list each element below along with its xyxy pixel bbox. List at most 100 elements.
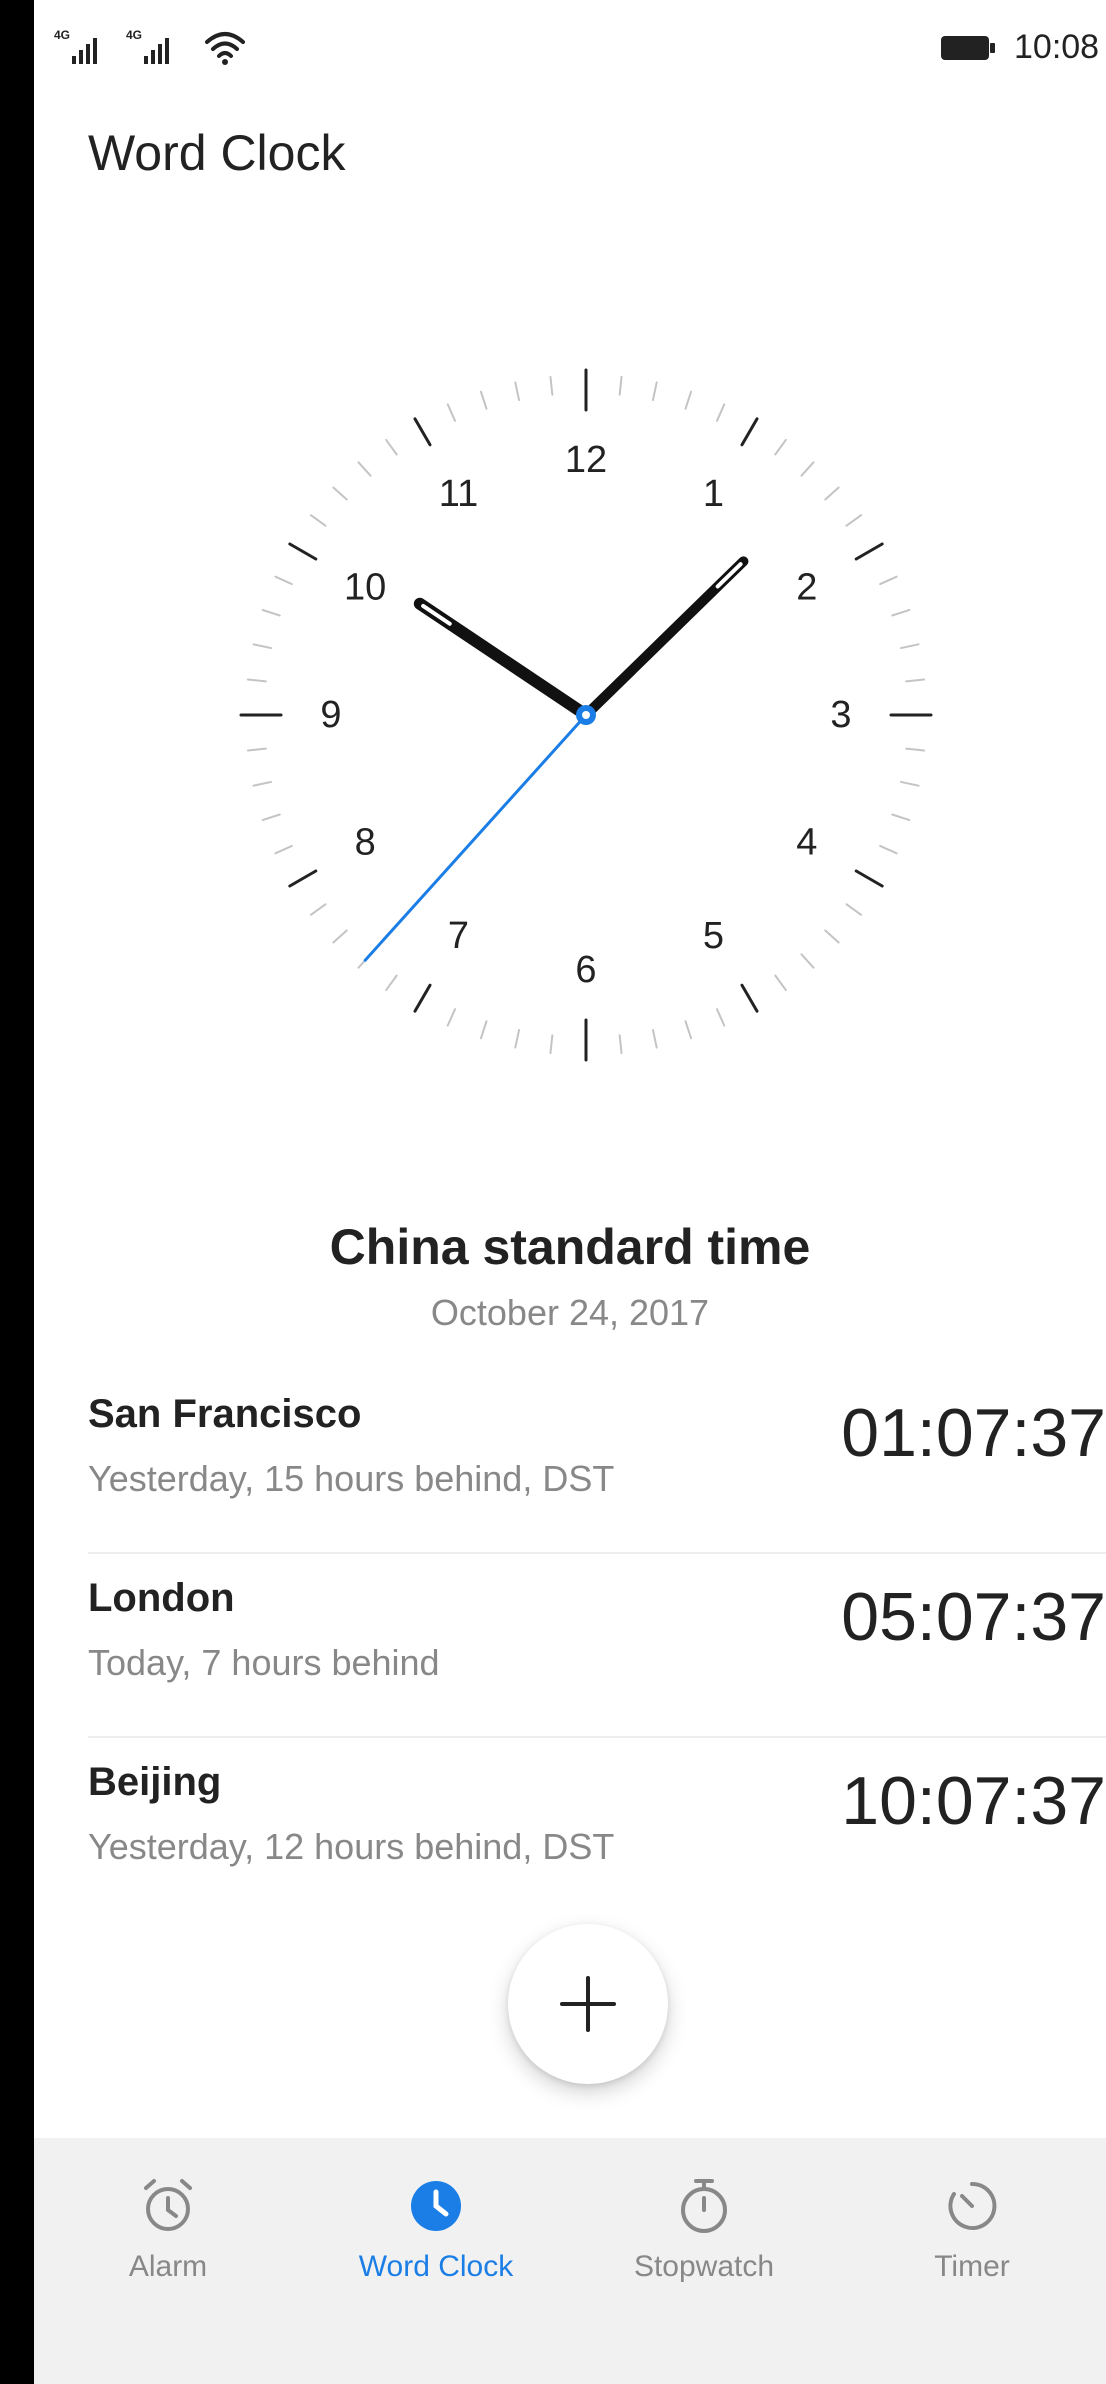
city-row-san-francisco[interactable]: San Francisco Yesterday, 15 hours behind… [88, 1370, 1106, 1554]
clock-tick [715, 1008, 726, 1027]
minute-hand [581, 556, 749, 720]
clock-tick [899, 780, 920, 787]
clock-tick [413, 983, 432, 1013]
bottom-tab-bar: Alarm Word Clock Stopwatch Timer [34, 2138, 1106, 2384]
clock-tick [332, 929, 348, 944]
clock-tick [413, 417, 432, 447]
tab-label: Timer [934, 2250, 1010, 2283]
tab-label: Word Clock [358, 2250, 514, 2283]
clock-tick [651, 1028, 658, 1049]
clock-tick [651, 381, 658, 402]
clock-tick [357, 461, 372, 477]
clock-tick [618, 375, 623, 396]
clock-tick [800, 953, 815, 969]
clock-tick [845, 903, 863, 916]
tab-word-clock[interactable]: Word Clock [302, 2176, 570, 2326]
clock-number: 10 [344, 567, 386, 609]
clock-tick [385, 974, 398, 992]
clock-tick [288, 869, 318, 888]
clock-tick [246, 678, 267, 683]
clock-number: 5 [703, 915, 724, 957]
clock-tick [854, 542, 884, 561]
city-name: London [88, 1576, 235, 1620]
tab-stopwatch[interactable]: Stopwatch [570, 2176, 838, 2326]
tab-label: Alarm [128, 2250, 208, 2283]
clock-number: 4 [796, 822, 817, 864]
clock-tick [879, 575, 898, 586]
clock-center-dot [582, 711, 590, 719]
tab-label: Stopwatch [633, 2250, 775, 2283]
clock-tick [879, 844, 898, 855]
clock-number: 12 [565, 439, 607, 481]
clock-tick [261, 608, 281, 617]
clock-tick [549, 1034, 554, 1055]
clock-tick [905, 678, 926, 683]
clock-tick [845, 514, 863, 527]
clock-tick [891, 608, 911, 617]
clock-number: 3 [830, 694, 851, 736]
city-row-london[interactable]: London Today, 7 hours behind 05:07:37 [88, 1554, 1106, 1738]
stopwatch-icon [681, 2179, 727, 2233]
clock-tick [261, 813, 281, 822]
clock-tick [824, 929, 840, 944]
clock-tick [905, 747, 926, 752]
city-name: Beijing [88, 1760, 222, 1804]
second-hand [363, 713, 588, 962]
clock-tick [800, 461, 815, 477]
city-time: 10:07:37 [841, 1763, 1106, 1839]
current-date: October 24, 2017 [430, 1292, 710, 1333]
clock-tick [899, 643, 920, 650]
clock-tick [715, 403, 726, 422]
clock-number: 8 [355, 822, 376, 864]
clock-number: 2 [796, 567, 817, 609]
clock-number: 6 [575, 949, 596, 991]
clock-number: 9 [320, 694, 341, 736]
clock-tick [774, 974, 787, 992]
alarm-clock-icon [144, 2179, 192, 2231]
clock-tick [332, 486, 348, 501]
clock-number: 1 [703, 473, 724, 515]
clock-tick [288, 542, 318, 561]
clock-tick [854, 869, 884, 888]
clock-tick [252, 643, 273, 650]
plus-icon [560, 1976, 616, 2032]
clock-tick [824, 486, 840, 501]
clock-tick [309, 903, 327, 916]
clock-tick [891, 813, 911, 822]
clock-tick [684, 390, 693, 410]
clock-tick [514, 1028, 521, 1049]
clock-tick [274, 844, 293, 855]
clock-tick [740, 983, 759, 1013]
clock-tick [252, 780, 273, 787]
city-offset-description: Today, 7 hours behind [88, 1642, 440, 1683]
tab-alarm[interactable]: Alarm [34, 2176, 302, 2326]
analog-clock: 121234567891011 [239, 368, 933, 1062]
clock-tick [274, 575, 293, 586]
clock-icon [411, 2181, 461, 2231]
timer-icon [948, 2181, 997, 2230]
clock-tick [618, 1034, 623, 1055]
city-row-beijing[interactable]: Beijing Yesterday, 12 hours behind, DST … [88, 1738, 1106, 1922]
word-clock-screen: 4G 4G 10:08 Word Clock 12 1 2 3 4 5 6 7 … [34, 0, 1106, 2384]
clock-hands [363, 556, 749, 962]
city-name: San Francisco [88, 1392, 362, 1436]
clock-tick [309, 514, 327, 527]
clock-number: 11 [439, 473, 478, 515]
clock-tick [684, 1020, 693, 1040]
clock-tick [385, 438, 398, 456]
city-offset-description: Yesterday, 15 hours behind, DST [88, 1458, 615, 1499]
clock-number: 7 [448, 915, 469, 957]
clock-tick [514, 381, 521, 402]
clock-tick [774, 438, 787, 456]
clock-tick [446, 403, 457, 422]
city-time: 05:07:37 [841, 1579, 1106, 1655]
current-timezone-name: China standard time [329, 1219, 811, 1275]
tab-timer[interactable]: Timer [838, 2176, 1106, 2326]
city-time: 01:07:37 [841, 1395, 1106, 1471]
clock-tick [740, 417, 759, 447]
clock-tick [446, 1008, 457, 1027]
clock-tick [479, 390, 488, 410]
add-city-button[interactable] [508, 1924, 668, 2084]
city-offset-description: Yesterday, 12 hours behind, DST [88, 1826, 615, 1867]
clock-tick [479, 1020, 488, 1040]
